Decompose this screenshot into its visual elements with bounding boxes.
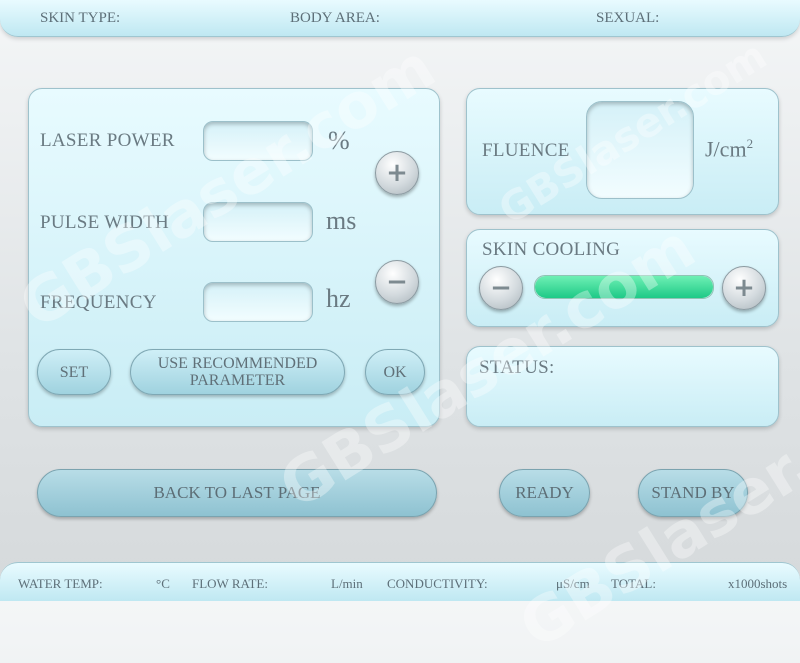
cooling-level-bar[interactable] (534, 275, 714, 299)
conductivity-label: CONDUCTIVITY: (387, 576, 488, 591)
cooling-increase-button[interactable]: + (722, 266, 766, 310)
frequency-input[interactable] (203, 282, 313, 322)
stand-by-button[interactable]: STAND BY (638, 469, 748, 517)
set-button[interactable]: SET (37, 349, 111, 395)
laser-power-unit: % (328, 126, 350, 155)
fluence-unit: J/cm2 (705, 136, 753, 162)
laser-power-label: LASER POWER (40, 130, 175, 151)
fluence-unit-base: J/cm (705, 136, 747, 162)
sexual-label: SEXUAL: (596, 10, 660, 26)
back-to-last-page-button[interactable]: BACK TO LAST PAGE (37, 469, 437, 517)
laser-power-input[interactable] (203, 121, 313, 161)
fluence-label: FLUENCE (482, 140, 570, 161)
ok-button-label: OK (383, 363, 407, 381)
skin-type-label: SKIN TYPE: (40, 10, 121, 26)
set-button-label: SET (59, 363, 89, 381)
pulse-width-input[interactable] (203, 202, 313, 242)
pulse-width-label: PULSE WIDTH (40, 212, 170, 233)
footer-bar: WATER TEMP: °C FLOW RATE: L/min CONDUCTI… (0, 562, 800, 601)
plus-icon: + (733, 273, 755, 303)
recommended-button-label: USE RECOMMENDED PARAMETER (157, 355, 318, 389)
total-label: TOTAL: (611, 576, 656, 591)
total-unit: x1000shots (728, 576, 788, 591)
frequency-unit: hz (326, 284, 351, 313)
use-recommended-parameter-button[interactable]: USE RECOMMENDED PARAMETER (130, 349, 345, 395)
ok-button[interactable]: OK (365, 349, 425, 395)
back-button-label: BACK TO LAST PAGE (153, 483, 321, 502)
skin-cooling-label: SKIN COOLING (482, 239, 621, 260)
flow-rate-unit: L/min (331, 576, 363, 591)
parameter-increase-button[interactable]: + (375, 151, 419, 195)
water-temp-unit: °C (156, 576, 170, 591)
minus-icon: − (386, 267, 408, 297)
parameter-decrease-button[interactable]: − (375, 260, 419, 304)
header-bar: SKIN TYPE: BODY AREA: SEXUAL: (0, 0, 800, 37)
water-temp-label: WATER TEMP: (18, 576, 103, 591)
body-area-label: BODY AREA: (290, 10, 380, 26)
conductivity-unit: μS/cm (556, 576, 590, 591)
pulse-width-unit: ms (326, 206, 357, 235)
cooling-level-fill (535, 276, 713, 298)
status-label: STATUS: (479, 357, 555, 378)
frequency-label: FREQUENCY (40, 292, 157, 313)
flow-rate-label: FLOW RATE: (192, 576, 268, 591)
cooling-decrease-button[interactable]: − (479, 266, 523, 310)
fluence-display (586, 101, 694, 199)
ready-button-label: READY (515, 483, 574, 502)
minus-icon: − (490, 273, 512, 303)
plus-icon: + (386, 158, 408, 188)
stand-by-button-label: STAND BY (651, 483, 735, 502)
fluence-unit-exponent: 2 (746, 136, 754, 151)
ready-button[interactable]: READY (499, 469, 590, 517)
